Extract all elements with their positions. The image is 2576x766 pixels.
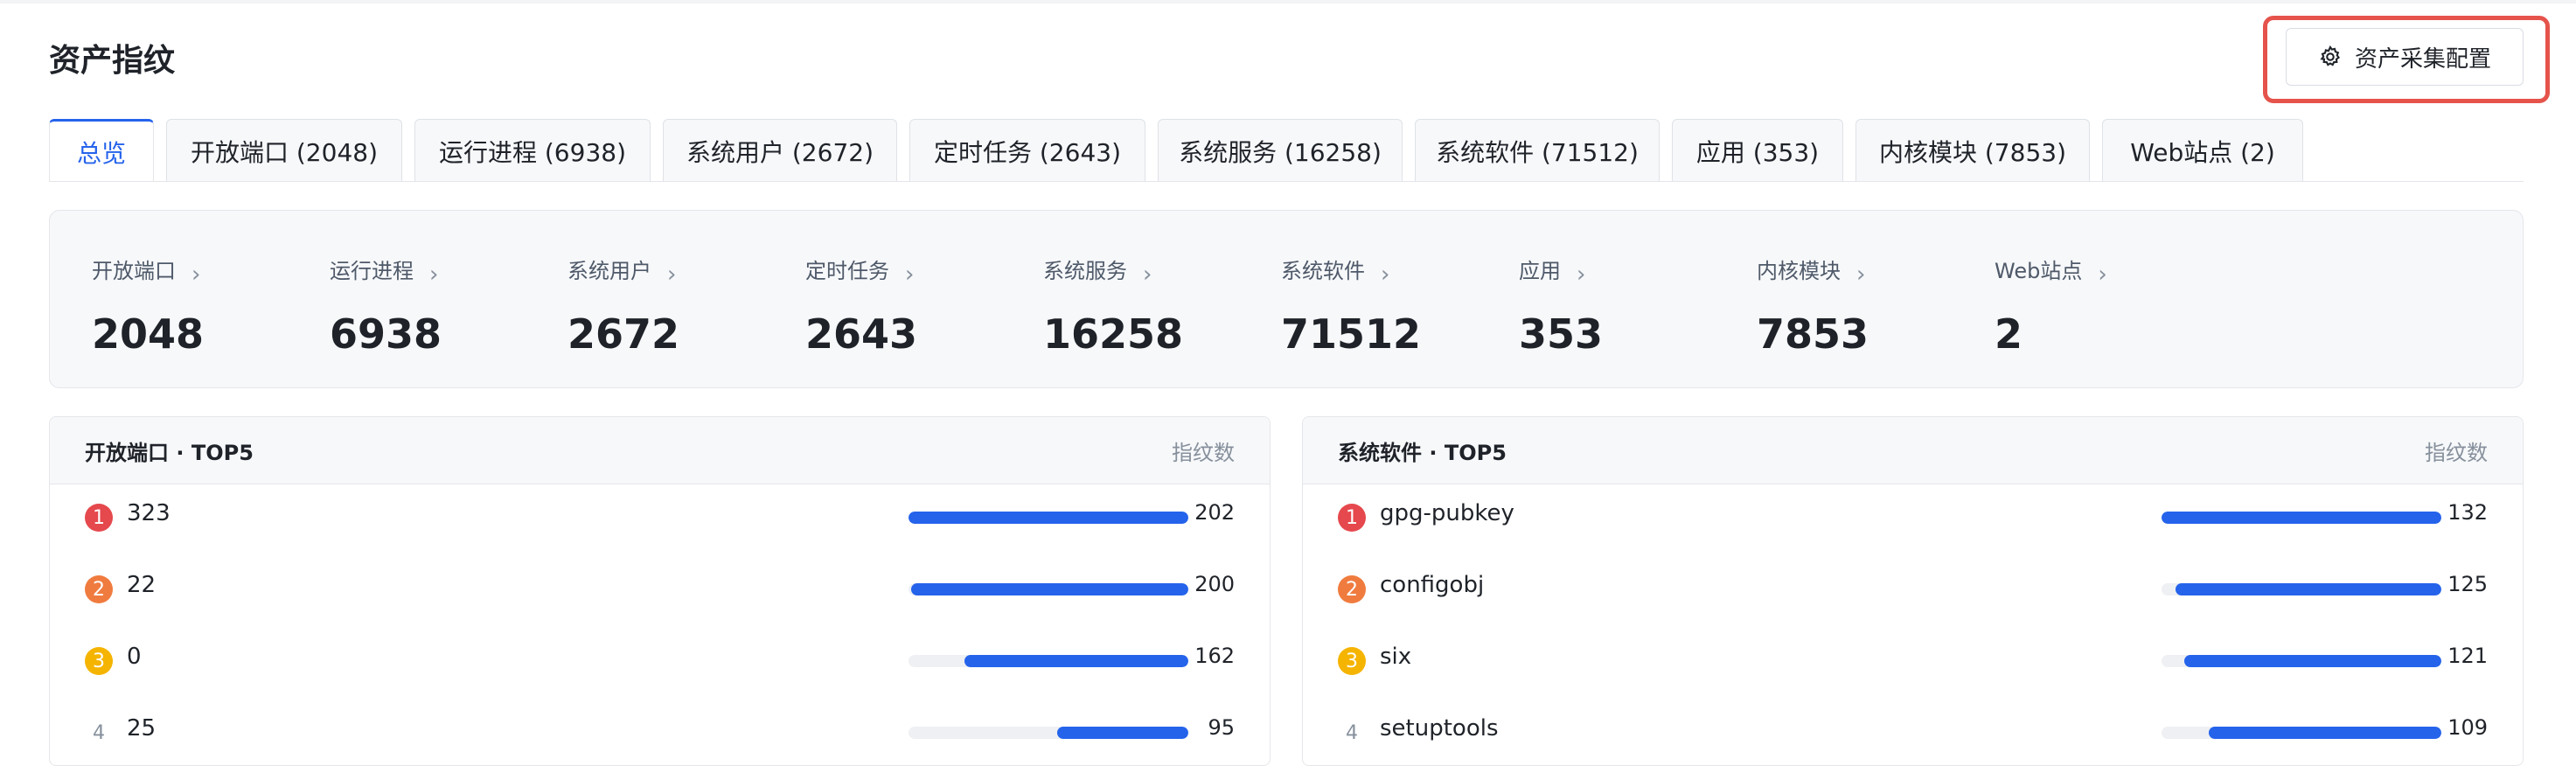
list-item[interactable]: 2 configobj 125 xyxy=(1303,556,2523,628)
stat-applications[interactable]: 应用 › 353 xyxy=(1519,249,1603,359)
chevron-right-icon: › xyxy=(905,261,915,288)
chevron-right-icon: › xyxy=(1381,261,1390,288)
tab-overview[interactable]: 总览 xyxy=(49,119,154,182)
chevron-right-icon: › xyxy=(191,261,201,288)
item-count: 200 xyxy=(1194,572,1235,596)
chevron-right-icon: › xyxy=(1577,261,1586,288)
tab-system-software[interactable]: 系统软件 (71512) xyxy=(1415,119,1660,182)
rank-badge: 3 xyxy=(85,647,113,675)
stat-open-ports[interactable]: 开放端口 › 2048 xyxy=(92,249,204,359)
asset-collection-config-button[interactable]: 资产采集配置 xyxy=(2286,28,2524,86)
chevron-right-icon: › xyxy=(1856,261,1866,288)
tab-applications[interactable]: 应用 (353) xyxy=(1672,119,1843,182)
progress-bar xyxy=(2162,655,2441,667)
rank-badge: 4 xyxy=(93,721,105,744)
tab-system-users[interactable]: 系统用户 (2672) xyxy=(663,119,897,182)
stat-web-sites[interactable]: Web站点 › 2 xyxy=(1995,249,2107,359)
summary-card: 开放端口 › 2048 运行进程 › 6938 系统用户 › 2672 定时任务 › 2… xyxy=(49,210,2524,388)
stat-system-software[interactable]: 系统软件 › 71512 xyxy=(1281,249,1421,359)
item-count: 162 xyxy=(1194,644,1235,668)
stat-system-users[interactable]: 系统用户 › 2672 xyxy=(567,249,679,359)
panel-title: 开放端口 · TOP5 xyxy=(85,440,254,465)
item-name: setuptools xyxy=(1380,715,1499,742)
progress-bar-fill xyxy=(964,655,1188,667)
progress-bar xyxy=(2162,583,2441,595)
stat-kernel-modules[interactable]: 内核模块 › 7853 xyxy=(1757,249,1869,359)
tab-web-sites[interactable]: Web站点 (2) xyxy=(2102,119,2303,182)
item-name: 22 xyxy=(127,572,157,598)
chevron-right-icon: › xyxy=(1143,261,1152,288)
stat-scheduled-tasks[interactable]: 定时任务 › 2643 xyxy=(805,249,917,359)
panel-open-ports-top5: 开放端口 · TOP5 指纹数 1 323 202 2 22 200 3 0 162 4 25 95 xyxy=(49,416,1271,766)
rank-badge: 1 xyxy=(1338,504,1366,532)
progress-bar xyxy=(2162,727,2441,739)
item-count: 125 xyxy=(2447,572,2488,596)
list-item[interactable]: 1 gpg-pubkey 132 xyxy=(1303,484,2523,556)
progress-bar-fill xyxy=(2209,727,2441,739)
rank-badge: 4 xyxy=(1346,721,1358,744)
top-divider xyxy=(0,0,2576,3)
progress-bar-fill xyxy=(2183,655,2441,667)
tab-system-services[interactable]: 系统服务 (16258) xyxy=(1158,119,1403,182)
progress-bar-fill xyxy=(2176,583,2441,595)
list-item[interactable]: 4 setuptools 109 xyxy=(1303,700,2523,765)
panel-system-software-top5: 系统软件 · TOP5 指纹数 1 gpg-pubkey 132 2 configobj… xyxy=(1302,416,2524,766)
tab-processes[interactable]: 运行进程 (6938) xyxy=(414,119,651,182)
progress-bar-fill xyxy=(2162,512,2441,524)
progress-bar-fill xyxy=(909,512,1188,524)
item-name: 25 xyxy=(127,715,157,742)
rank-badge: 1 xyxy=(85,504,113,532)
progress-bar-fill xyxy=(911,583,1188,595)
progress-bar xyxy=(909,583,1188,595)
item-count: 132 xyxy=(2447,500,2488,525)
progress-bar-fill xyxy=(1056,727,1188,739)
item-count: 202 xyxy=(1194,500,1235,525)
config-button-label: 资产采集配置 xyxy=(2354,45,2491,73)
tab-open-ports[interactable]: 开放端口 (2048) xyxy=(166,119,402,182)
rank-badge: 2 xyxy=(85,575,113,603)
item-name: six xyxy=(1380,644,1412,670)
chevron-right-icon: › xyxy=(2098,261,2107,288)
progress-bar xyxy=(909,512,1188,524)
tab-kernel-modules[interactable]: 内核模块 (7853) xyxy=(1855,119,2090,182)
chevron-right-icon: › xyxy=(667,261,677,288)
list-item[interactable]: 3 0 162 xyxy=(50,628,1270,700)
list-item[interactable]: 1 323 202 xyxy=(50,484,1270,556)
progress-bar xyxy=(2162,512,2441,524)
item-name: 323 xyxy=(127,500,171,526)
tabs-divider xyxy=(49,181,2524,182)
tab-scheduled-tasks[interactable]: 定时任务 (2643) xyxy=(909,119,1145,182)
panel-metric-label: 指纹数 xyxy=(2425,440,2488,465)
stat-processes[interactable]: 运行进程 › 6938 xyxy=(330,249,442,359)
panel-metric-label: 指纹数 xyxy=(1172,440,1235,465)
rank-badge: 2 xyxy=(1338,575,1366,603)
item-count: 121 xyxy=(2447,644,2488,668)
item-name: gpg-pubkey xyxy=(1380,500,1514,526)
item-name: configobj xyxy=(1380,572,1485,598)
list-item[interactable]: 3 six 121 xyxy=(1303,628,2523,700)
tab-bar: 总览 开放端口 (2048) 运行进程 (6938) 系统用户 (2672) 定… xyxy=(49,119,2315,182)
rank-badge: 3 xyxy=(1338,647,1366,675)
chevron-right-icon: › xyxy=(429,261,439,288)
page-title: 资产指纹 xyxy=(49,43,176,79)
progress-bar xyxy=(909,655,1188,667)
progress-bar xyxy=(909,727,1188,739)
list-item[interactable]: 4 25 95 xyxy=(50,700,1270,765)
stat-system-services[interactable]: 系统服务 › 16258 xyxy=(1043,249,1183,359)
item-count: 95 xyxy=(1208,715,1235,740)
list-item[interactable]: 2 22 200 xyxy=(50,556,1270,628)
panel-title: 系统软件 · TOP5 xyxy=(1338,440,1507,465)
gear-icon xyxy=(2320,45,2341,66)
item-name: 0 xyxy=(127,644,142,670)
item-count: 109 xyxy=(2447,715,2488,740)
